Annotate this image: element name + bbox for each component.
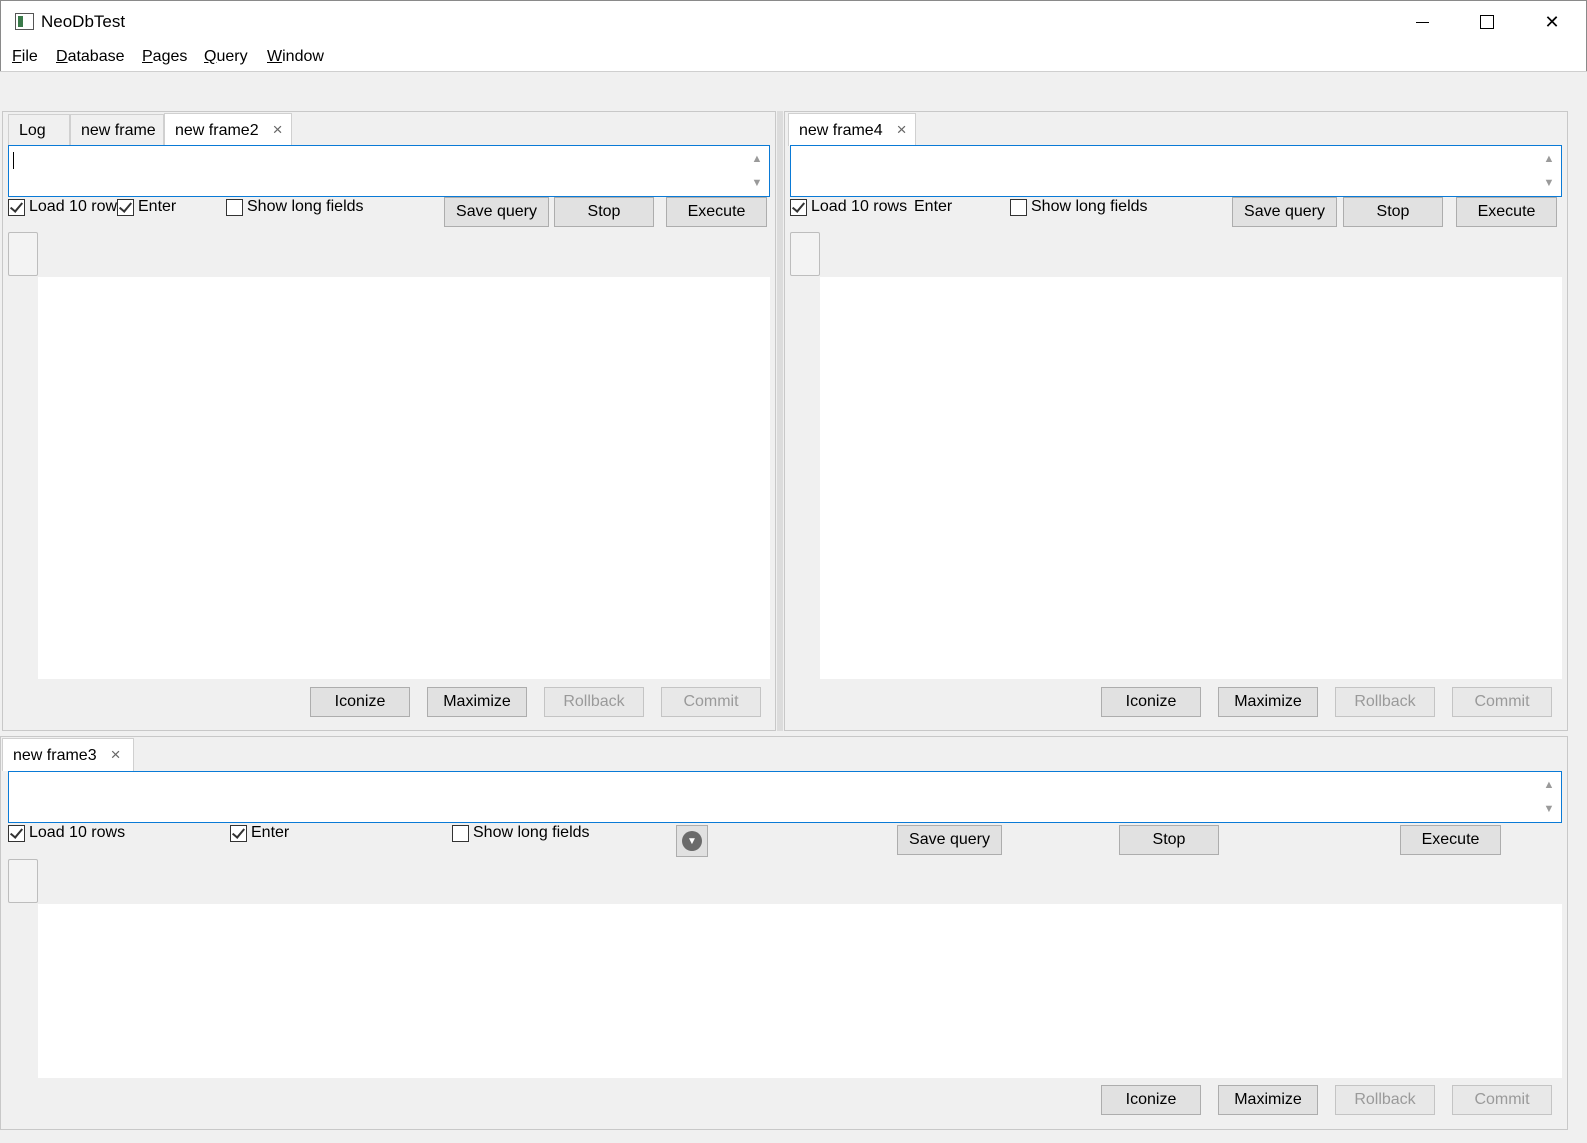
menu-database[interactable]: Database: [56, 48, 125, 66]
iconize-button[interactable]: Iconize: [310, 687, 410, 717]
maximize-icon[interactable]: [1455, 1, 1519, 43]
load-rows-checkbox[interactable]: Load 10 rows: [8, 824, 125, 842]
text-caret: [13, 152, 14, 169]
pane-splitter[interactable]: [777, 111, 783, 731]
maximize-button[interactable]: Maximize: [427, 687, 527, 717]
checkbox-box: [1010, 198, 1027, 216]
checkbox-box: [230, 824, 247, 842]
close-icon[interactable]: ×: [273, 114, 283, 145]
tab-new-frame2[interactable]: new frame2 ×: [164, 113, 292, 146]
chevron-up-icon[interactable]: ▲: [1541, 778, 1557, 792]
tab-log[interactable]: Log: [8, 114, 70, 146]
execute-button[interactable]: Execute: [666, 197, 767, 227]
query-pane-bottom: new frame3 × ▲ ▼ Load 10 rows Enter Show …: [0, 736, 1568, 1130]
checkbox-box: [452, 824, 469, 842]
enter-checkbox[interactable]: Enter: [230, 824, 289, 842]
results-grid[interactable]: [38, 904, 1562, 1078]
grid-corner[interactable]: [8, 232, 38, 276]
rollback-button[interactable]: Rollback: [1335, 687, 1435, 717]
chevron-down-icon[interactable]: ▼: [1541, 176, 1557, 190]
checkbox-box: [117, 198, 134, 216]
menu-bar: File Database Pages Query Window: [0, 42, 1587, 71]
chevron-up-icon[interactable]: ▲: [1541, 152, 1557, 166]
close-icon[interactable]: ✕: [1520, 1, 1584, 43]
save-query-button[interactable]: Save query: [1232, 197, 1337, 227]
window-title: NeoDbTest: [41, 12, 126, 31]
rollback-button[interactable]: Rollback: [1335, 1085, 1435, 1115]
execute-button[interactable]: Execute: [1456, 197, 1557, 227]
grid-corner[interactable]: [790, 232, 820, 276]
chevron-down-icon: ▼: [682, 831, 702, 851]
checkbox-box: [226, 198, 243, 216]
maximize-button[interactable]: Maximize: [1218, 687, 1318, 717]
stop-button[interactable]: Stop: [554, 197, 654, 227]
menu-query[interactable]: Query: [204, 48, 248, 66]
save-query-button[interactable]: Save query: [897, 825, 1002, 855]
show-long-fields-checkbox[interactable]: Show long fields: [452, 824, 590, 842]
toolbar-area: [0, 71, 1587, 111]
show-long-fields-checkbox[interactable]: Show long fields: [226, 198, 364, 216]
chevron-down-icon[interactable]: ▼: [749, 176, 765, 190]
chevron-down-icon[interactable]: ▼: [1541, 802, 1557, 816]
stop-button[interactable]: Stop: [1343, 197, 1443, 227]
close-icon[interactable]: ×: [897, 114, 907, 145]
app-icon: [15, 13, 34, 30]
commit-button[interactable]: Commit: [1452, 687, 1552, 717]
execute-button[interactable]: Execute: [1400, 825, 1501, 855]
query-pane-right: new frame4 × ▲ ▼ Load 10 rows Enter Show …: [784, 111, 1568, 731]
menu-pages[interactable]: Pages: [142, 48, 187, 66]
commit-button[interactable]: Commit: [1452, 1085, 1552, 1115]
tab-new-frame4[interactable]: new frame4 ×: [788, 113, 916, 146]
commit-button[interactable]: Commit: [661, 687, 761, 717]
tab-new-frame3[interactable]: new frame3 ×: [2, 738, 134, 771]
results-grid[interactable]: [820, 277, 1562, 679]
close-icon[interactable]: ×: [111, 739, 121, 770]
dropdown-button[interactable]: ▼: [676, 825, 708, 857]
grid-corner[interactable]: [8, 859, 38, 903]
tab-new-frame[interactable]: new frame: [70, 114, 164, 146]
chevron-up-icon[interactable]: ▲: [749, 152, 765, 166]
menu-window[interactable]: Window: [267, 48, 324, 66]
iconize-button[interactable]: Iconize: [1101, 687, 1201, 717]
checkbox-box: [8, 824, 25, 842]
results-grid[interactable]: [38, 277, 770, 679]
menu-file[interactable]: File: [12, 48, 38, 66]
query-input[interactable]: ▲ ▼: [8, 145, 770, 197]
query-pane-left: Log new frame new frame2 × ▲ ▼ Load 10 ro…: [2, 111, 776, 731]
rollback-button[interactable]: Rollback: [544, 687, 644, 717]
query-input[interactable]: ▲ ▼: [8, 771, 1562, 823]
enter-checkbox[interactable]: Enter: [914, 198, 952, 216]
maximize-button[interactable]: Maximize: [1218, 1085, 1318, 1115]
checkbox-box: [8, 198, 25, 216]
iconize-button[interactable]: Iconize: [1101, 1085, 1201, 1115]
query-input[interactable]: ▲ ▼: [790, 145, 1562, 197]
save-query-button[interactable]: Save query: [444, 197, 549, 227]
load-rows-checkbox[interactable]: Load 10 row: [8, 198, 117, 216]
checkbox-box: [790, 198, 807, 216]
enter-checkbox[interactable]: Enter: [117, 198, 176, 216]
title-bar: NeoDbTest ✕: [0, 0, 1587, 42]
show-long-fields-checkbox[interactable]: Show long fields: [1010, 198, 1148, 216]
stop-button[interactable]: Stop: [1119, 825, 1219, 855]
minimize-icon[interactable]: [1390, 1, 1454, 43]
load-rows-checkbox[interactable]: Load 10 rows: [790, 198, 907, 216]
